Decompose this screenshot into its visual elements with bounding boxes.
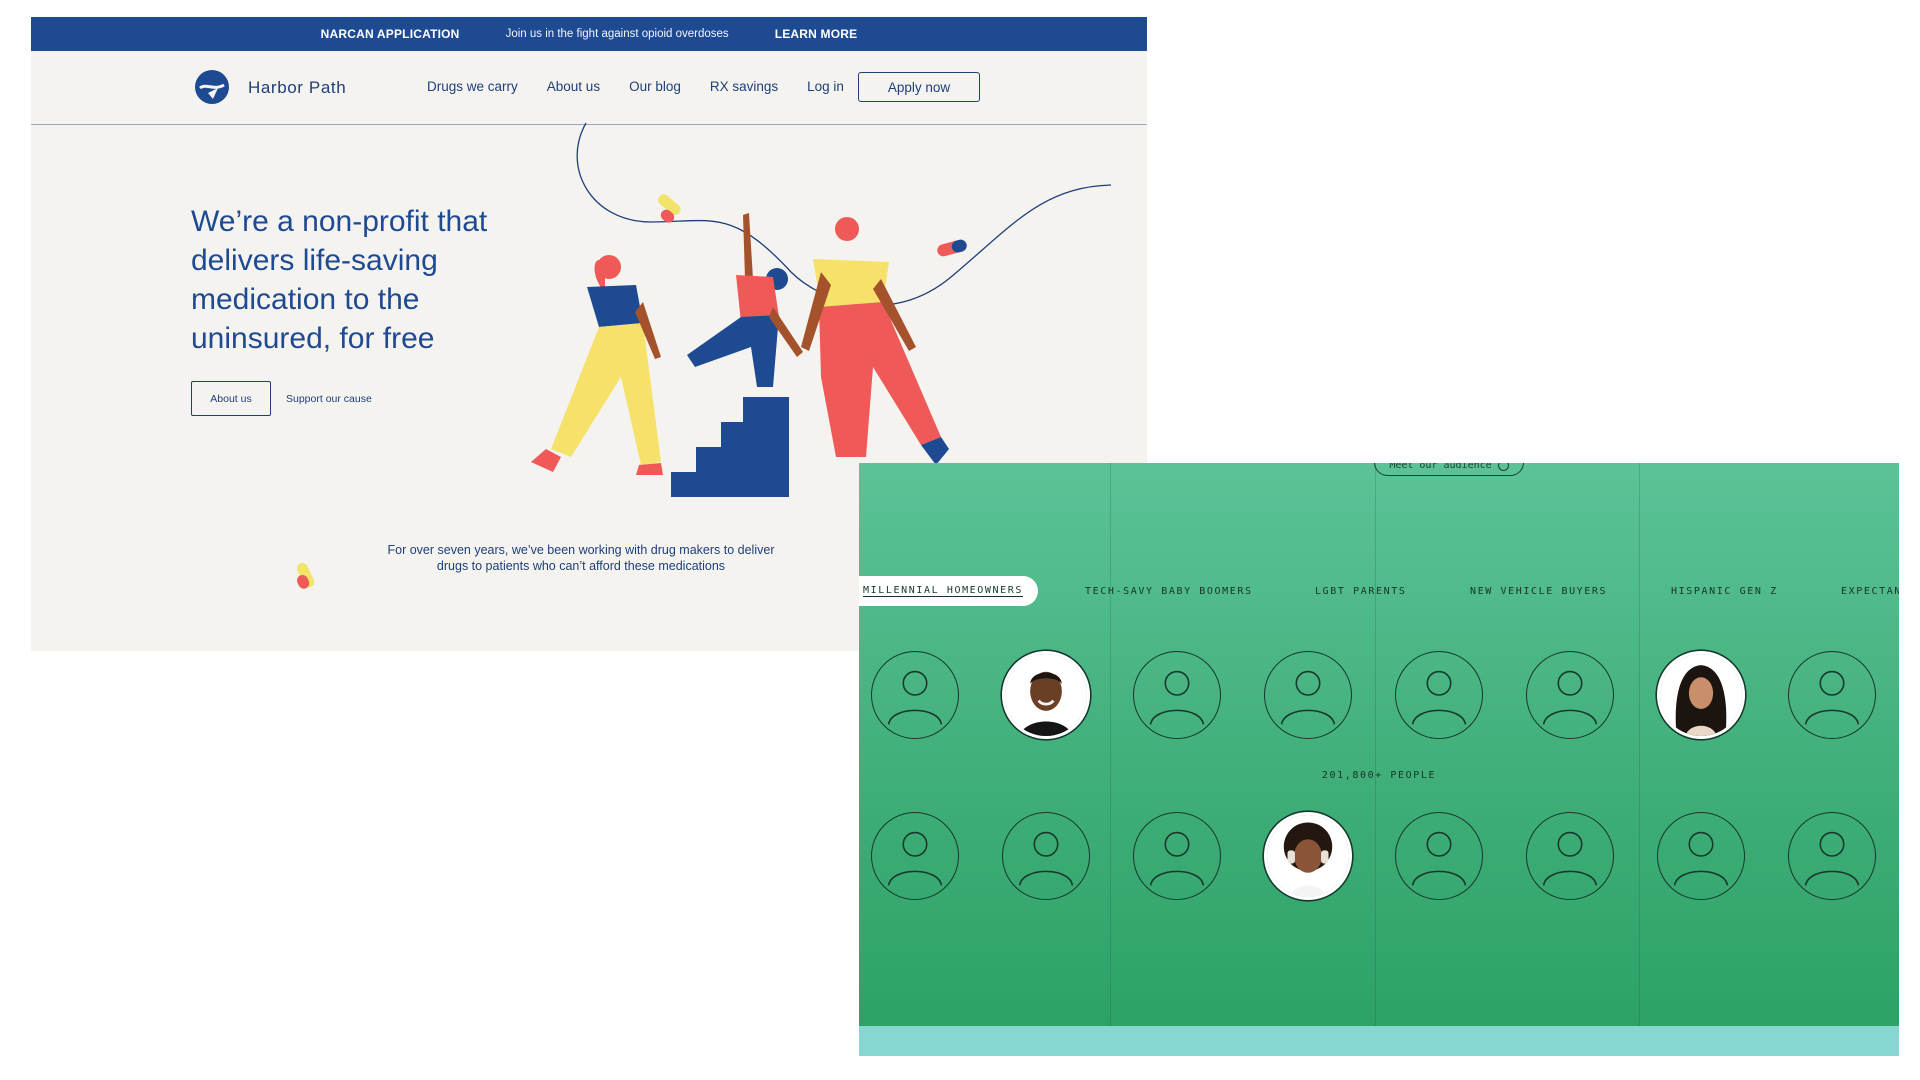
column-divider: [1375, 463, 1376, 1056]
tab-hispanic-gen-z[interactable]: HISPANIC GEN Z: [1671, 576, 1778, 606]
avatar-placeholder-icon[interactable]: [1395, 812, 1483, 900]
avatar-placeholder-icon[interactable]: [1526, 651, 1614, 739]
tab-millennial-homeowners[interactable]: MILLENNIAL HOMEOWNERS: [859, 576, 1039, 606]
avatar-placeholder-icon[interactable]: [1526, 812, 1614, 900]
user-icon: [1542, 670, 1598, 725]
user-icon: [1018, 831, 1074, 886]
audience-screenshot: Meet our audience MILLENNIAL HOMEOWNERS …: [859, 463, 1899, 1056]
photo-woman-headphones: [1267, 815, 1349, 897]
about-us-button[interactable]: About us: [191, 381, 271, 416]
avatar-photo[interactable]: [1264, 812, 1352, 900]
avatar-placeholder-icon[interactable]: [1788, 812, 1876, 900]
avatar-placeholder-icon[interactable]: [1133, 651, 1221, 739]
avatar-placeholder-icon[interactable]: [1133, 812, 1221, 900]
user-icon: [1673, 831, 1729, 886]
tab-expectant[interactable]: EXPECTAN: [1841, 576, 1899, 606]
user-icon: [1149, 670, 1205, 725]
audience-count: 201,800+ PEOPLE: [1321, 770, 1437, 781]
column-divider: [1639, 463, 1640, 1056]
user-icon: [1542, 831, 1598, 886]
photo-woman: [1660, 654, 1742, 736]
column-divider: [1110, 463, 1111, 1056]
avatar-placeholder-icon[interactable]: [1395, 651, 1483, 739]
pill-icon: [296, 562, 315, 589]
audience-tabs: MILLENNIAL HOMEOWNERS TECH-SAVY BABY BOO…: [859, 576, 1899, 606]
pill-icon: [937, 239, 967, 257]
avatar-placeholder-icon[interactable]: [1002, 812, 1090, 900]
intro-paragraph: For over seven years, we’ve been working…: [361, 542, 801, 574]
avatar-placeholder-icon[interactable]: [871, 651, 959, 739]
bottom-strip: [859, 1026, 1899, 1056]
avatar-photo[interactable]: [1002, 651, 1090, 739]
intro-line-1: For over seven years, we’ve been working…: [387, 543, 775, 557]
avatar-placeholder-icon[interactable]: [1264, 651, 1352, 739]
hero-headline: We’re a non-profit that delivers life-sa…: [191, 205, 488, 355]
meet-our-audience-button[interactable]: Meet our audience: [1374, 463, 1524, 476]
tab-lgbt-parents[interactable]: LGBT PARENTS: [1315, 576, 1406, 606]
user-icon: [1280, 670, 1336, 725]
pill-icon: [658, 194, 681, 223]
tab-new-vehicle-buyers[interactable]: NEW VEHICLE BUYERS: [1470, 576, 1607, 606]
user-icon: [887, 831, 943, 886]
avatar-placeholder-icon[interactable]: [1657, 812, 1745, 900]
stairs-shape: [671, 397, 789, 497]
support-our-cause-link[interactable]: Support our cause: [286, 393, 372, 405]
avatar-placeholder-icon[interactable]: [1788, 651, 1876, 739]
person-right-figure: [801, 217, 949, 465]
arrow-circle-icon: [1497, 463, 1509, 471]
collage: NARCAN APPLICATION Join us in the fight …: [0, 0, 1920, 1080]
intro-line-2: drugs to patients who can’t afford these…: [436, 559, 726, 573]
tab-tech-savy-baby-boomers[interactable]: TECH-SAVY BABY BOOMERS: [1085, 576, 1253, 606]
tab-label: MILLENNIAL HOMEOWNERS: [863, 585, 1024, 597]
user-icon: [1804, 831, 1860, 886]
avatar-placeholder-icon[interactable]: [871, 812, 959, 900]
photo-man: [1005, 654, 1087, 736]
avatar-photo[interactable]: [1657, 651, 1745, 739]
person-middle-figure: [687, 213, 803, 387]
user-icon: [1411, 831, 1467, 886]
user-icon: [1411, 670, 1467, 725]
user-icon: [1804, 670, 1860, 725]
user-icon: [1149, 831, 1205, 886]
user-icon: [887, 670, 943, 725]
meet-our-audience-label: Meet our audience: [1389, 463, 1492, 471]
